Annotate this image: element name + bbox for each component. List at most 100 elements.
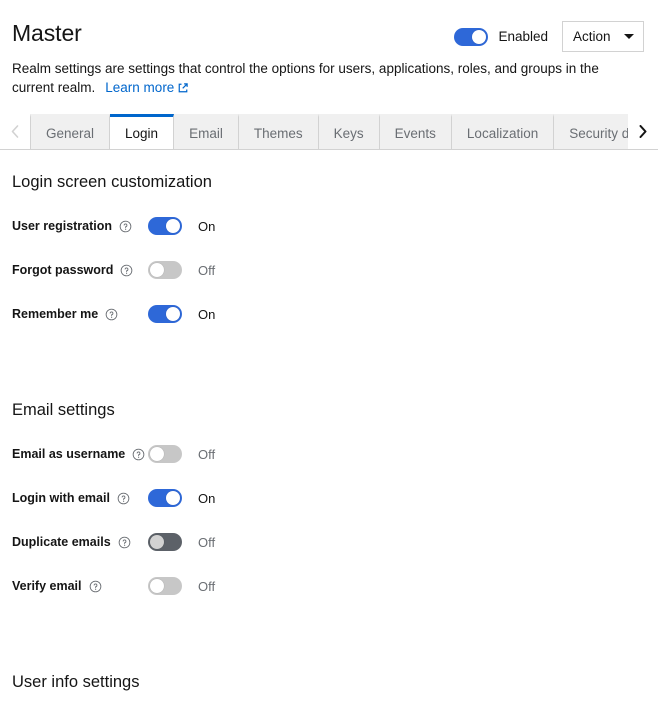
field-state-label: On	[198, 307, 215, 322]
help-circle-icon[interactable]	[118, 536, 131, 549]
field-toggle-cell	[148, 305, 198, 323]
field-label: Duplicate emails	[12, 535, 148, 549]
field-state-label: Off	[198, 447, 215, 462]
tab-email[interactable]: Email	[174, 114, 239, 149]
email-as-username-toggle[interactable]	[148, 445, 182, 463]
page-subtitle: Realm settings are settings that control…	[12, 59, 632, 97]
tab-scroll-right-button[interactable]	[628, 114, 658, 149]
section-title: User info settings	[12, 673, 646, 692]
field-label-text: Verify email	[12, 579, 82, 593]
field-toggle-cell	[148, 577, 198, 595]
remember-me-toggle[interactable]	[148, 305, 182, 323]
forgot-password-toggle[interactable]	[148, 261, 182, 279]
help-circle-icon[interactable]	[120, 264, 133, 277]
field-user-registration: User registration On	[12, 215, 646, 237]
settings-form: Login screen customization User registra…	[0, 173, 658, 717]
field-state-label: Off	[198, 263, 215, 278]
realm-settings-page: Master Enabled Action Realm settings are…	[0, 0, 658, 717]
page-title: Master	[12, 18, 82, 47]
login-with-email-toggle[interactable]	[148, 489, 182, 507]
help-circle-icon[interactable]	[119, 220, 132, 233]
field-state-label: Off	[198, 535, 215, 550]
toggle-knob	[472, 30, 486, 44]
tab-label: Security defens	[569, 126, 628, 141]
field-label-text: Forgot password	[12, 263, 113, 277]
page-header: Master Enabled Action Realm settings are…	[0, 0, 658, 97]
field-verify-email: Verify email Off	[12, 575, 646, 597]
tab-label: Email	[189, 126, 223, 141]
field-toggle-cell	[148, 489, 198, 507]
learn-more-label: Learn more	[105, 78, 174, 97]
toggle-knob	[166, 307, 180, 321]
field-login-with-email: Login with email On	[12, 487, 646, 509]
verify-email-toggle[interactable]	[148, 577, 182, 595]
learn-more-link[interactable]: Learn more	[105, 78, 189, 97]
tab-label: Login	[125, 126, 158, 141]
toggle-knob	[150, 535, 164, 549]
toggle-knob	[150, 263, 164, 277]
chevron-left-icon	[11, 125, 19, 138]
section-title: Email settings	[12, 401, 646, 420]
page-subtitle-text: Realm settings are settings that control…	[12, 61, 599, 95]
help-circle-icon[interactable]	[117, 492, 130, 505]
tab-login[interactable]: Login	[110, 114, 174, 149]
toggle-knob	[166, 491, 180, 505]
field-label-text: Duplicate emails	[12, 535, 111, 549]
field-label: User registration	[12, 219, 148, 233]
tab-general[interactable]: General	[30, 114, 110, 149]
header-top-row: Master Enabled Action	[12, 18, 644, 52]
action-dropdown-label: Action	[573, 29, 611, 44]
chevron-right-icon	[639, 125, 647, 138]
section-email-settings: Email settings Email as username Off	[12, 401, 646, 597]
section-title: Login screen customization	[12, 173, 646, 192]
field-label: Verify email	[12, 579, 148, 593]
toggle-knob	[166, 219, 180, 233]
tab-themes[interactable]: Themes	[239, 114, 319, 149]
help-circle-icon[interactable]	[105, 308, 118, 321]
field-label-text: User registration	[12, 219, 112, 233]
field-label: Remember me	[12, 307, 148, 321]
toggle-knob	[150, 447, 164, 461]
realm-enabled-group: Enabled	[454, 28, 548, 46]
tab-label: Events	[395, 126, 436, 141]
tab-localization[interactable]: Localization	[452, 114, 554, 149]
user-registration-toggle[interactable]	[148, 217, 182, 235]
realm-enabled-toggle[interactable]	[454, 28, 488, 46]
field-email-as-username: Email as username Off	[12, 443, 646, 465]
field-label: Email as username	[12, 447, 148, 461]
field-toggle-cell	[148, 217, 198, 235]
field-label-text: Remember me	[12, 307, 98, 321]
toggle-knob	[150, 579, 164, 593]
help-circle-icon[interactable]	[132, 448, 145, 461]
header-actions: Enabled Action	[454, 18, 644, 52]
tab-label: Localization	[467, 126, 538, 141]
field-label: Login with email	[12, 491, 148, 505]
tab-security-defenses[interactable]: Security defens	[554, 114, 628, 149]
duplicate-emails-toggle	[148, 533, 182, 551]
tab-events[interactable]: Events	[380, 114, 452, 149]
field-label-text: Email as username	[12, 447, 125, 461]
section-user-info-settings: User info settings Edit username Off	[12, 673, 646, 717]
field-remember-me: Remember me On	[12, 303, 646, 325]
field-duplicate-emails: Duplicate emails Off	[12, 531, 646, 553]
tab-scroll-left-button[interactable]	[0, 114, 30, 149]
help-circle-icon[interactable]	[89, 580, 102, 593]
tab-list: General Login Email Themes Keys Events L…	[30, 114, 628, 149]
field-state-label: On	[198, 491, 215, 506]
tab-label: Themes	[254, 126, 303, 141]
field-forgot-password: Forgot password Off	[12, 259, 646, 281]
field-toggle-cell	[148, 261, 198, 279]
tab-label: Keys	[334, 126, 364, 141]
field-label-text: Login with email	[12, 491, 110, 505]
tab-bar: General Login Email Themes Keys Events L…	[0, 114, 658, 150]
external-link-icon	[177, 82, 189, 94]
field-state-label: On	[198, 219, 215, 234]
tab-keys[interactable]: Keys	[319, 114, 380, 149]
field-toggle-cell	[148, 533, 198, 551]
field-toggle-cell	[148, 445, 198, 463]
caret-down-icon	[624, 34, 634, 39]
tab-label: General	[46, 126, 94, 141]
action-dropdown[interactable]: Action	[562, 21, 644, 52]
field-state-label: Off	[198, 579, 215, 594]
section-login-screen-customization: Login screen customization User registra…	[12, 173, 646, 325]
